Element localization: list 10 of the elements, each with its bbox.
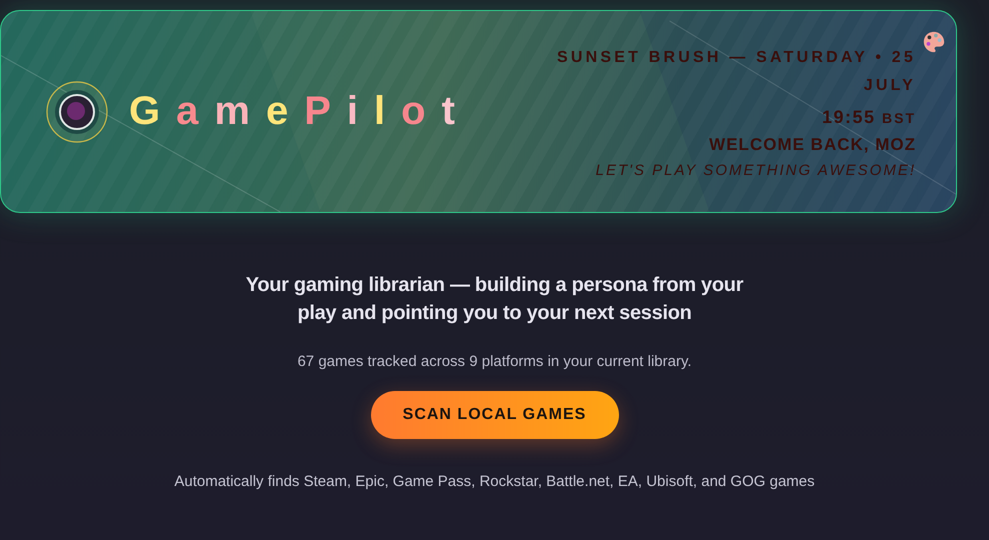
logo-icon — [45, 80, 109, 144]
palette-icon — [922, 30, 946, 54]
theme-date: SUNSET BRUSH — SATURDAY • 25 JULY — [556, 48, 916, 96]
welcome-text: WELCOME BACK, MOZ — [709, 135, 916, 155]
clock-time: 19:55 BST — [822, 107, 916, 128]
motto-text: LET'S PLAY SOMETHING AWESOME! — [596, 162, 916, 179]
tagline-text: Your gaming librarian — building a persona from your play and pointing you to your next session — [244, 273, 744, 326]
scan-button[interactable]: SCAN LOCAL GAMES — [370, 391, 618, 439]
library-summary: 67 games tracked across 9 platforms in your current library. — [297, 353, 692, 370]
platforms-note: Automatically finds Steam, Epic, Game Pass, Rockstar, Battle.net, EA, Ubisoft, and GOG games — [174, 473, 815, 490]
